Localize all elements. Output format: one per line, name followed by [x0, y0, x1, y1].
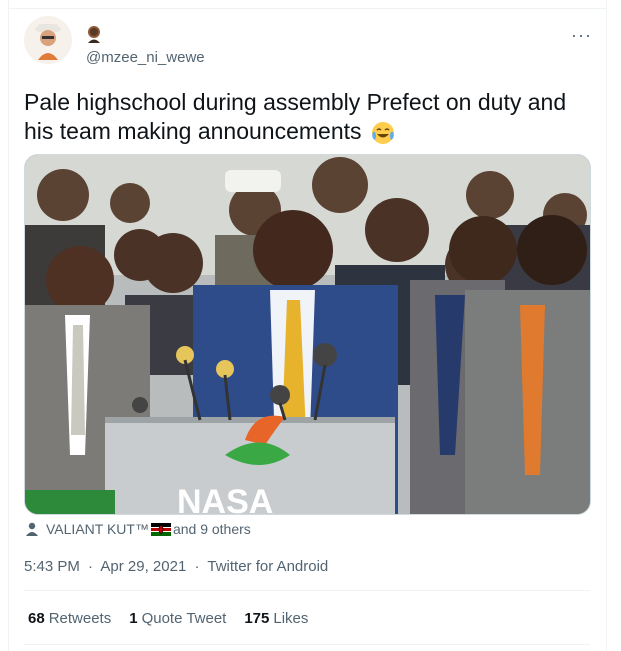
- tweet: @mzee_ni_wewe ··· Pale highschool during…: [24, 16, 592, 645]
- author-info: @mzee_ni_wewe: [86, 24, 205, 66]
- person-icon: [26, 522, 38, 536]
- podium-logo-text: NASA: [177, 483, 273, 515]
- tweet-date[interactable]: Apr 29, 2021: [100, 558, 186, 575]
- tagged-users[interactable]: VALIANT KUT™ and 9 others: [24, 521, 251, 537]
- divider: [24, 644, 590, 645]
- press-conference-photo: NASA: [25, 155, 590, 515]
- author-avatar-icon: [88, 26, 100, 43]
- separator: ·: [194, 558, 200, 575]
- tweet-stats: 68 Retweets 1 Quote Tweet 175 Likes: [28, 610, 308, 627]
- tweet-source[interactable]: Twitter for Android: [207, 558, 328, 575]
- tweet-time[interactable]: 5:43 PM: [24, 558, 80, 575]
- retweets-stat[interactable]: 68 Retweets: [28, 610, 111, 627]
- frame-border-left: [8, 0, 9, 651]
- tweet-photo[interactable]: NASA: [24, 154, 591, 515]
- likes-count: 175: [244, 610, 270, 627]
- divider: [24, 590, 590, 591]
- kenya-flag-icon: [150, 522, 171, 536]
- frame-border-right: [606, 0, 607, 651]
- frame-border-top: [8, 8, 606, 9]
- quote-tweet-stat[interactable]: 1 Quote Tweet: [129, 610, 226, 627]
- retweets-count: 68: [28, 610, 45, 627]
- retweets-label: Retweets: [48, 610, 112, 627]
- tweet-text: Pale highschool during assembly Prefect …: [24, 88, 592, 146]
- tweet-metadata: 5:43 PM · Apr 29, 2021 · Twitter for And…: [24, 558, 328, 575]
- avatar[interactable]: [24, 16, 72, 64]
- tweet-text-content: Pale highschool during assembly Prefect …: [24, 89, 567, 144]
- tagged-others[interactable]: and 9 others: [173, 521, 251, 537]
- tears-of-joy-emoji-icon: [371, 121, 394, 144]
- separator: ·: [88, 558, 94, 575]
- quote-label: Quote Tweet: [141, 610, 227, 627]
- likes-label: Likes: [273, 610, 309, 627]
- tweet-header: @mzee_ni_wewe ···: [24, 16, 592, 76]
- author-handle[interactable]: @mzee_ni_wewe: [86, 49, 205, 66]
- likes-stat[interactable]: 175 Likes: [244, 610, 308, 627]
- quote-count: 1: [129, 610, 138, 627]
- more-options-icon[interactable]: ···: [571, 26, 592, 44]
- tagged-user-name[interactable]: VALIANT KUT™: [46, 521, 149, 537]
